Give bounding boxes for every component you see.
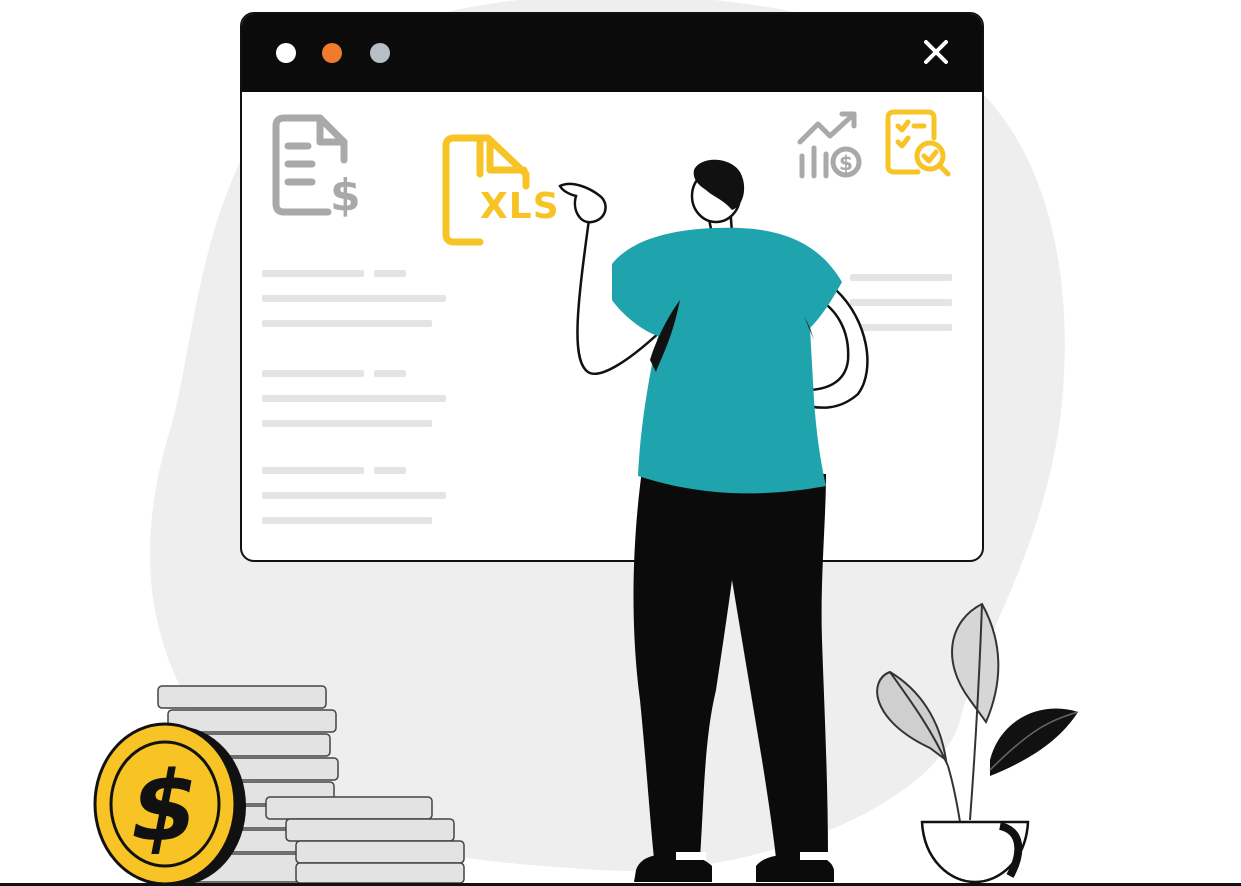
person-pointing	[558, 159, 869, 882]
potted-plant	[876, 602, 1079, 884]
dollar-coin: $	[93, 722, 246, 886]
illustration-scene: $	[93, 159, 1079, 886]
svg-text:$: $	[131, 751, 198, 863]
